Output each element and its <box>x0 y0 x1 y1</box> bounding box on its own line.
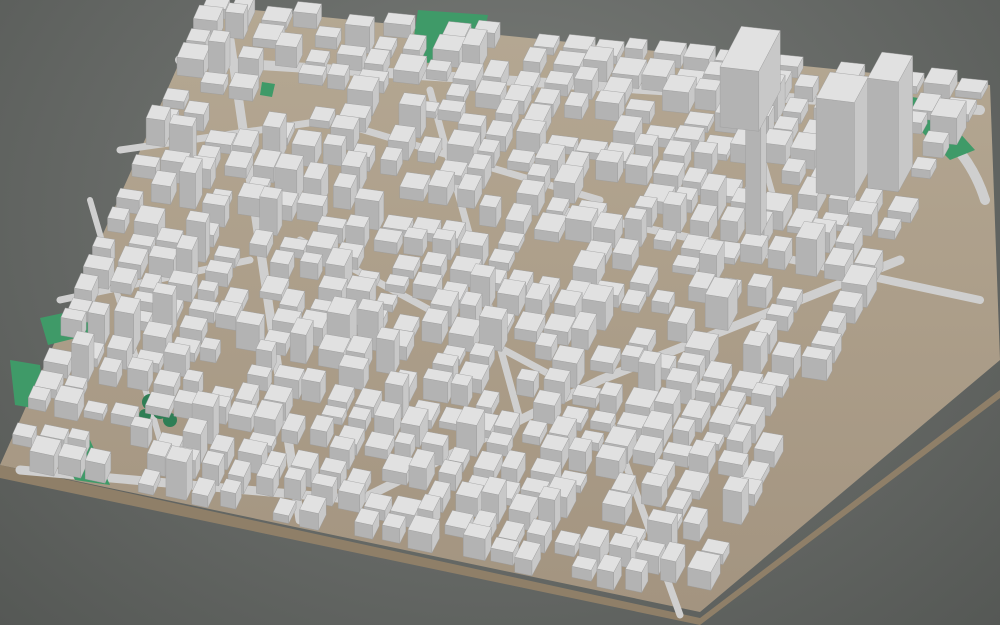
building <box>228 72 260 102</box>
building <box>568 436 593 473</box>
building <box>564 204 599 244</box>
building <box>407 514 440 554</box>
building <box>641 471 668 508</box>
building <box>127 356 154 392</box>
building <box>29 434 62 477</box>
building <box>130 415 153 449</box>
building <box>107 206 130 234</box>
building <box>208 29 231 77</box>
building <box>145 391 176 418</box>
building <box>150 170 177 205</box>
building <box>595 148 624 183</box>
building <box>197 279 219 303</box>
building <box>722 475 750 526</box>
building <box>299 251 323 281</box>
building <box>333 172 358 211</box>
building <box>422 367 454 404</box>
building <box>795 221 826 277</box>
building <box>450 373 473 407</box>
building <box>463 522 492 562</box>
building <box>322 133 347 167</box>
building <box>425 59 453 82</box>
building <box>327 62 350 91</box>
building <box>145 104 172 148</box>
building <box>662 191 688 234</box>
building <box>922 130 950 159</box>
building <box>162 87 190 110</box>
building <box>694 77 722 112</box>
building <box>954 77 989 100</box>
building <box>421 307 449 345</box>
city-model-scene <box>0 0 1000 625</box>
building <box>801 345 833 382</box>
building <box>625 557 649 593</box>
building <box>83 400 108 422</box>
building <box>572 384 602 409</box>
building <box>625 153 653 186</box>
building <box>375 326 400 375</box>
building <box>227 400 258 433</box>
building <box>338 354 370 391</box>
building <box>384 273 410 294</box>
building <box>516 368 540 398</box>
tall-tower <box>867 51 914 193</box>
building <box>54 384 85 422</box>
building <box>338 479 366 513</box>
building <box>298 63 327 86</box>
building <box>57 442 87 479</box>
building <box>601 489 633 526</box>
building <box>742 330 769 375</box>
building <box>373 227 404 255</box>
building <box>717 449 749 479</box>
building <box>403 226 428 257</box>
building <box>283 466 307 501</box>
building <box>739 232 769 265</box>
building <box>179 156 203 210</box>
building <box>479 194 502 228</box>
building <box>301 367 327 404</box>
building <box>200 71 229 96</box>
building <box>256 463 280 497</box>
building <box>275 31 303 69</box>
building <box>292 1 322 30</box>
building <box>71 330 95 382</box>
building <box>662 74 697 114</box>
building <box>747 273 773 309</box>
tall-tower <box>815 71 869 198</box>
building <box>314 25 342 50</box>
building <box>165 445 193 501</box>
building <box>259 186 283 236</box>
building <box>84 447 112 484</box>
building <box>571 555 598 582</box>
building <box>199 336 221 364</box>
